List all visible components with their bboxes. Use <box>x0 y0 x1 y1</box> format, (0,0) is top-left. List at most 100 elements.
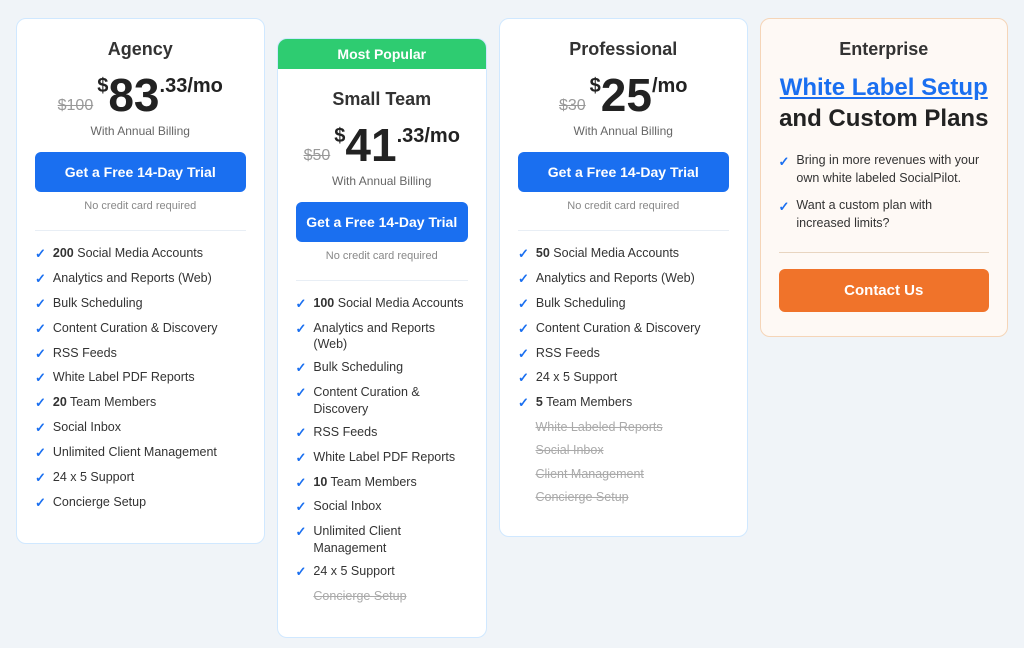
list-item: ✓Unlimited Client Management <box>35 444 246 462</box>
list-item: ✓Content Curation & Discovery <box>518 320 729 338</box>
check-icon: ✓ <box>518 246 529 263</box>
check-icon: ✓ <box>35 296 46 313</box>
price-dollar-professional: $ <box>590 76 601 96</box>
check-icon: ✓ <box>518 271 529 288</box>
features-divider-small-team <box>296 280 469 281</box>
list-item: ✓RSS Feeds <box>296 424 469 442</box>
feature-list-agency: ✓200 Social Media Accounts ✓Analytics an… <box>35 245 246 512</box>
contact-us-button[interactable]: Contact Us <box>779 269 990 312</box>
price-number-professional: 25 <box>601 72 652 118</box>
check-icon: ✓ <box>296 425 307 442</box>
check-icon: ✓ <box>779 198 790 216</box>
price-decimal-small-team: .33/mo <box>397 126 460 146</box>
list-item: ✓Analytics and Reports (Web) <box>296 320 469 353</box>
price-main-agency: $ 83 .33/mo <box>97 72 223 118</box>
check-icon: ✓ <box>35 271 46 288</box>
check-icon: ✓ <box>35 470 46 487</box>
trial-btn-professional[interactable]: Get a Free 14-Day Trial <box>518 152 729 192</box>
enterprise-feature-1: Bring in more revenues with your own whi… <box>796 152 989 187</box>
check-icon: ✓ <box>518 296 529 313</box>
trial-btn-agency[interactable]: Get a Free 14-Day Trial <box>35 152 246 192</box>
check-icon: ✓ <box>35 420 46 437</box>
check-icon: ✓ <box>296 564 307 581</box>
list-item: ✓RSS Feeds <box>35 345 246 363</box>
check-icon: ✓ <box>296 296 307 313</box>
price-decimal-professional: /mo <box>652 76 688 96</box>
list-item: ✓Bulk Scheduling <box>296 359 469 377</box>
list-item: ✓50 Social Media Accounts <box>518 245 729 263</box>
list-item: ✓24 x 5 Support <box>35 469 246 487</box>
list-item: ✓100 Social Media Accounts <box>296 295 469 313</box>
check-icon: ✓ <box>779 153 790 171</box>
list-item: ✓Analytics and Reports (Web) <box>35 270 246 288</box>
feature-list-small-team: ✓100 Social Media Accounts ✓Analytics an… <box>296 295 469 606</box>
price-decimal-agency: .33/mo <box>160 76 223 96</box>
check-icon: ✓ <box>296 360 307 377</box>
list-item: ✓10 Team Members <box>296 474 469 492</box>
price-number-agency: 83 <box>108 72 159 118</box>
price-main-professional: $ 25 /mo <box>590 72 688 118</box>
list-item: ✓24 x 5 Support <box>518 369 729 387</box>
no-cc-agency: No credit card required <box>35 200 246 212</box>
list-item: ✓Unlimited Client Management <box>296 523 469 556</box>
price-row-professional: $30 $ 25 /mo <box>518 72 729 118</box>
list-item: ✓Bulk Scheduling <box>518 295 729 313</box>
check-icon: ✓ <box>296 524 307 541</box>
check-icon: ✓ <box>296 385 307 402</box>
list-item: ✓RSS Feeds <box>518 345 729 363</box>
list-item: ✓Content Curation & Discovery <box>296 384 469 417</box>
list-item-disabled: ✓Social Inbox <box>518 442 729 458</box>
list-item: ✓ Bring in more revenues with your own w… <box>779 152 990 187</box>
check-icon: ✓ <box>35 395 46 412</box>
original-price-agency: $100 <box>58 98 94 114</box>
plan-card-agency: Agency $100 $ 83 .33/mo With Annual Bill… <box>16 18 265 544</box>
list-item: ✓Content Curation & Discovery <box>35 320 246 338</box>
list-item: ✓Bulk Scheduling <box>35 295 246 313</box>
check-icon: ✓ <box>296 475 307 492</box>
check-icon: ✓ <box>35 495 46 512</box>
enterprise-black-heading: and Custom Plans <box>779 105 988 132</box>
features-divider-professional <box>518 230 729 231</box>
check-icon: ✓ <box>35 370 46 387</box>
list-item-disabled: ✓Concierge Setup <box>518 489 729 505</box>
price-main-small-team: $ 41 .33/mo <box>334 122 460 168</box>
price-dollar-agency: $ <box>97 76 108 96</box>
trial-btn-small-team[interactable]: Get a Free 14-Day Trial <box>296 202 469 242</box>
original-price-professional: $30 <box>559 98 586 114</box>
plan-card-professional: Professional $30 $ 25 /mo With Annual Bi… <box>499 18 748 537</box>
no-cc-small-team: No credit card required <box>296 250 469 262</box>
list-item: ✓Social Inbox <box>296 498 469 516</box>
check-icon: ✓ <box>35 445 46 462</box>
plan-title-professional: Professional <box>518 39 729 60</box>
check-icon: ✓ <box>518 370 529 387</box>
list-item-disabled: ✓Concierge Setup <box>296 588 469 606</box>
popular-wrapper: Most Popular Small Team $50 $ 41 .33/mo … <box>277 38 488 638</box>
list-item: ✓Concierge Setup <box>35 494 246 512</box>
list-item-disabled: ✓White Labeled Reports <box>518 419 729 435</box>
price-row-small-team: $50 $ 41 .33/mo <box>296 122 469 168</box>
features-divider-agency <box>35 230 246 231</box>
check-icon: ✓ <box>296 499 307 516</box>
plan-title-agency: Agency <box>35 39 246 60</box>
enterprise-blue-heading: White Label Setup <box>779 72 990 103</box>
check-icon: ✓ <box>35 246 46 263</box>
price-number-small-team: 41 <box>345 122 396 168</box>
check-icon: ✓ <box>35 346 46 363</box>
enterprise-divider <box>779 252 990 253</box>
list-item: ✓5 Team Members <box>518 394 729 412</box>
plan-card-small-team: Small Team $50 $ 41 .33/mo With Annual B… <box>277 69 488 638</box>
check-icon: ✓ <box>296 321 307 338</box>
billing-note-agency: With Annual Billing <box>35 124 246 138</box>
check-icon: ✓ <box>518 346 529 363</box>
plan-title-small-team: Small Team <box>296 89 469 110</box>
billing-note-professional: With Annual Billing <box>518 124 729 138</box>
list-item: ✓24 x 5 Support <box>296 563 469 581</box>
enterprise-feature-list: ✓ Bring in more revenues with your own w… <box>779 152 990 232</box>
list-item: ✓200 Social Media Accounts <box>35 245 246 263</box>
enterprise-title: Enterprise <box>779 39 990 60</box>
list-item: ✓Analytics and Reports (Web) <box>518 270 729 288</box>
list-item: ✓Social Inbox <box>35 419 246 437</box>
check-icon: ✓ <box>296 450 307 467</box>
list-item: ✓White Label PDF Reports <box>35 369 246 387</box>
check-icon: ✓ <box>518 321 529 338</box>
